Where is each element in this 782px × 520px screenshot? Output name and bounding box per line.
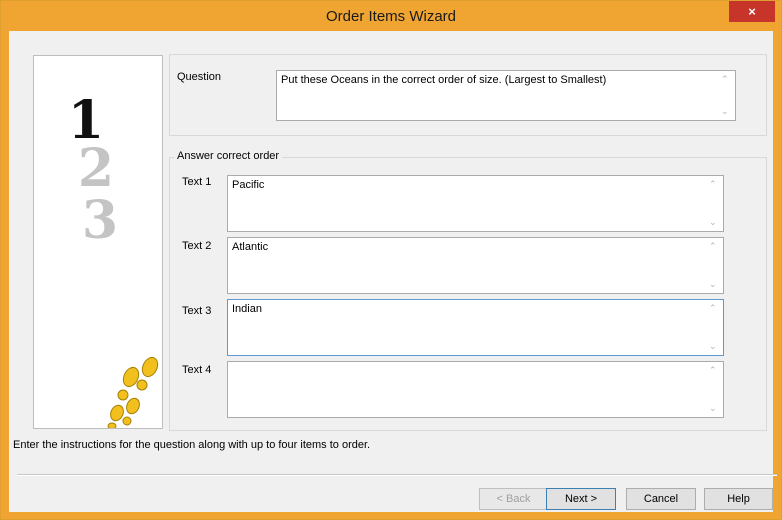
text1-textbox[interactable]: Pacific ⌃ ⌄ bbox=[227, 175, 724, 232]
scroll-up-icon: ⌃ bbox=[721, 74, 729, 84]
footer-divider bbox=[17, 474, 777, 476]
text4-scrollbar[interactable]: ⌃ ⌄ bbox=[706, 363, 722, 416]
text2-scrollbar[interactable]: ⌃ ⌄ bbox=[706, 239, 722, 292]
help-button[interactable]: Help bbox=[704, 488, 773, 510]
question-text: Put these Oceans in the correct order of… bbox=[281, 74, 607, 86]
scroll-up-icon: ⌃ bbox=[709, 365, 717, 375]
text4-textbox[interactable]: ⌃ ⌄ bbox=[227, 361, 724, 418]
text3-textbox[interactable]: Indian ⌃ ⌄ bbox=[227, 299, 724, 356]
wizard-window: Order Items Wizard × 1 2 3 Question Put … bbox=[0, 0, 782, 520]
window-title: Order Items Wizard bbox=[325, 8, 457, 25]
scroll-up-icon: ⌃ bbox=[709, 241, 717, 251]
wizard-illustration: 1 2 3 bbox=[33, 55, 163, 430]
scroll-up-icon: ⌃ bbox=[709, 303, 717, 313]
question-scrollbar[interactable]: ⌃ ⌄ bbox=[718, 72, 734, 119]
text2-label: Text 2 bbox=[182, 240, 212, 252]
digit-three-icon: 3 bbox=[82, 190, 118, 251]
answer-order-group: Answer correct order Text 1 Pacific ⌃ ⌄ T… bbox=[169, 150, 767, 431]
scroll-down-icon: ⌄ bbox=[709, 341, 717, 351]
scroll-down-icon: ⌄ bbox=[721, 106, 729, 116]
back-button[interactable]: < Back bbox=[479, 488, 548, 510]
next-button[interactable]: Next > bbox=[546, 488, 616, 510]
steps-illustration-svg: 1 2 3 bbox=[68, 90, 159, 430]
title-bar: Order Items Wizard × bbox=[1, 1, 781, 31]
text3-label: Text 3 bbox=[182, 305, 212, 317]
footsteps-icon bbox=[107, 356, 159, 430]
answer-group-label: Answer correct order bbox=[174, 150, 283, 162]
wizard-client-area: 1 2 3 Question Put these Oceans in the c… bbox=[9, 31, 777, 512]
scroll-down-icon: ⌄ bbox=[709, 403, 717, 413]
text1-scrollbar[interactable]: ⌃ ⌄ bbox=[706, 177, 722, 230]
instructions-text: Enter the instructions for the question … bbox=[13, 439, 371, 451]
scroll-up-icon: ⌃ bbox=[709, 179, 717, 189]
close-button[interactable]: × bbox=[729, 1, 775, 22]
question-textbox[interactable]: Put these Oceans in the correct order of… bbox=[276, 70, 736, 121]
scroll-down-icon: ⌄ bbox=[709, 217, 717, 227]
question-label: Question bbox=[177, 71, 222, 83]
scroll-down-icon: ⌄ bbox=[709, 279, 717, 289]
cancel-button[interactable]: Cancel bbox=[626, 488, 696, 510]
text2-value: Atlantic bbox=[232, 241, 269, 253]
text1-value: Pacific bbox=[232, 179, 265, 191]
text3-value: Indian bbox=[232, 303, 262, 315]
text3-scrollbar[interactable]: ⌃ ⌄ bbox=[706, 301, 722, 354]
question-group: Question Put these Oceans in the correct… bbox=[169, 54, 767, 136]
text2-textbox[interactable]: Atlantic ⌃ ⌄ bbox=[227, 237, 724, 294]
text4-label: Text 4 bbox=[182, 364, 212, 376]
text1-label: Text 1 bbox=[182, 176, 212, 188]
